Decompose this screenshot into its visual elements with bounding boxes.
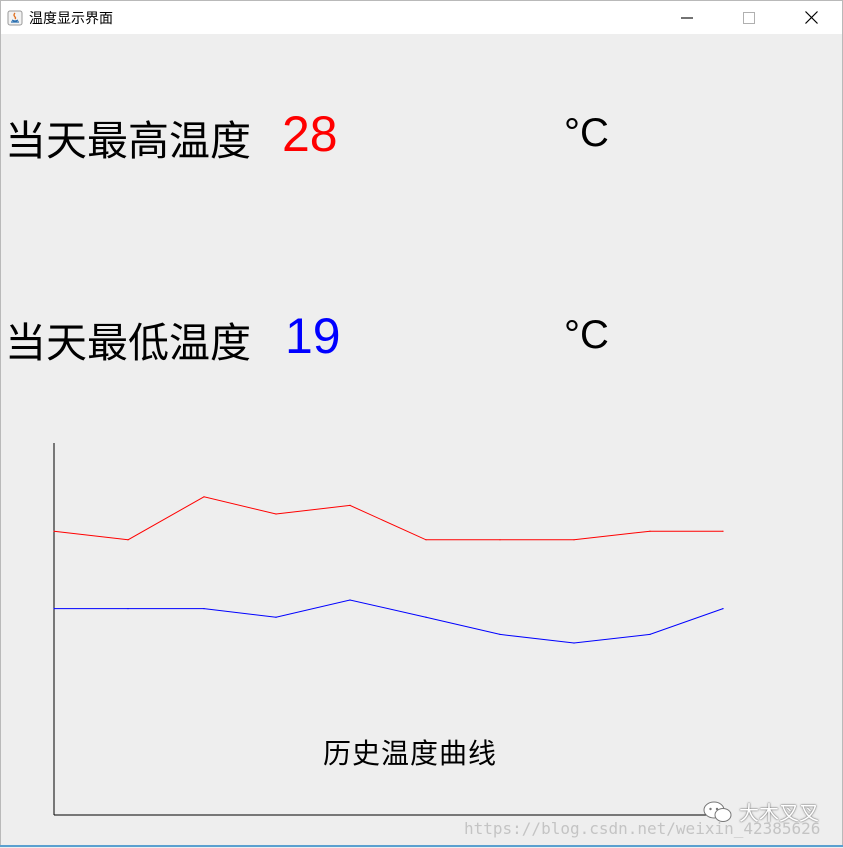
series-0-point-7 xyxy=(573,539,575,541)
series-0-point-6 xyxy=(499,539,501,541)
chart-title: 历史温度曲线 xyxy=(323,737,498,770)
app-window: 温度显示界面 当天最高温度 28 °C 当天最低温度 19 °C 历史温度曲线 … xyxy=(0,0,843,847)
series-line-0 xyxy=(53,496,723,541)
series-0-point-4 xyxy=(349,504,351,506)
series-1-point-8 xyxy=(649,633,651,636)
history-chart xyxy=(53,443,724,816)
wechat-icon xyxy=(703,801,732,822)
watermark-brand: 大木叉叉 xyxy=(703,797,819,826)
series-1-point-2 xyxy=(203,608,205,610)
series-line-1 xyxy=(54,599,724,644)
series-1-point-9 xyxy=(722,608,724,610)
series-0-point-2 xyxy=(203,496,205,498)
series-1-point-3 xyxy=(275,616,277,618)
series-0-point-1 xyxy=(127,539,129,541)
series-layer xyxy=(53,496,724,644)
series-1-point-4 xyxy=(349,599,351,601)
series-0-point-8 xyxy=(649,530,651,532)
series-1-point-6 xyxy=(499,633,501,636)
series-0-point-0 xyxy=(53,530,55,532)
series-1-point-1 xyxy=(127,608,129,610)
series-0-point-5 xyxy=(425,539,427,541)
series-1-point-0 xyxy=(53,608,55,610)
series-1-point-7 xyxy=(573,642,575,644)
series-0-point-3 xyxy=(275,513,277,515)
series-0-point-9 xyxy=(722,530,724,532)
series-1-point-5 xyxy=(425,616,427,618)
watermark-brand-text: 大木叉叉 xyxy=(739,801,819,825)
